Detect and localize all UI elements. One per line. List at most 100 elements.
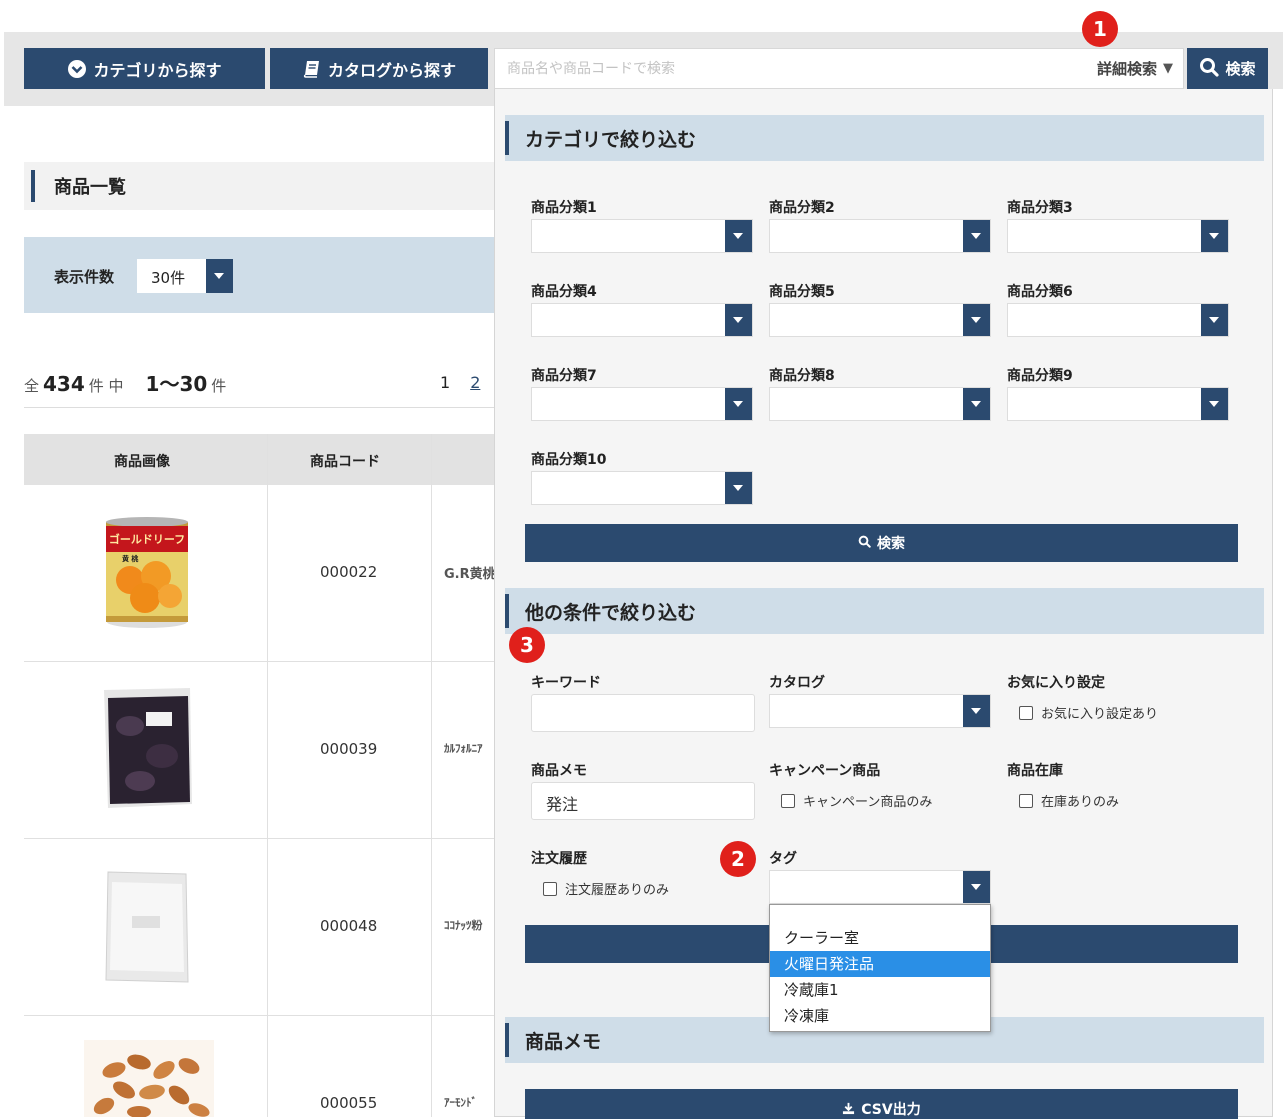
search-button[interactable]: 検索 (1187, 48, 1268, 89)
search-box: 詳細検索 ▼ (494, 48, 1184, 89)
page-edge (1273, 89, 1283, 1117)
category-select-7[interactable] (531, 387, 753, 421)
dropdown-arrow-icon (725, 472, 752, 504)
result-count: 全 434 件 中 1〜30 件 (24, 368, 226, 397)
annotation-badge-3: 3 (509, 627, 545, 663)
product-code: 000022 (320, 563, 378, 581)
triangle-down-icon: ▼ (1163, 61, 1173, 76)
table-header: 商品画像 商品コード (24, 434, 494, 485)
count-suffix: 件 中 (88, 377, 124, 395)
stock-checkbox-label: 在庫ありのみ (1041, 795, 1120, 810)
category-label-4: 商品分類4 (531, 284, 597, 300)
chevron-circle-down-icon (67, 59, 87, 79)
count-prefix: 全 (24, 377, 40, 395)
advanced-search-toggle[interactable]: 詳細検索 ▼ (1097, 49, 1173, 88)
catalog-search-label: カタログから探す (327, 60, 456, 80)
category-search-submit[interactable]: 検索 (525, 524, 1238, 562)
product-name[interactable]: ｶﾙﾌｫﾙﾆｱ (444, 740, 494, 756)
count-range: 1〜30 (145, 372, 208, 396)
header-image: 商品画像 (114, 454, 170, 470)
category-select-10[interactable] (531, 471, 753, 505)
product-image-peach-can: ゴールドリーフ 黄 桃 (106, 517, 188, 628)
history-label: 注文履歴 (531, 851, 587, 867)
product-name[interactable]: G.R黄桃 (444, 563, 494, 582)
category-label-10: 商品分類10 (531, 452, 607, 468)
tag-dropdown-list: クーラー室 火曜日発注品 冷蔵庫1 冷凍庫 (769, 904, 991, 1032)
category-search-button[interactable]: カテゴリから探す (24, 48, 265, 89)
product-name[interactable]: ｱｰﾓﾝﾄﾞ (444, 1094, 494, 1110)
category-select-3[interactable] (1007, 219, 1229, 253)
memo-label: 商品メモ (531, 763, 587, 779)
per-page-value: 30件 (151, 269, 186, 287)
category-select-4[interactable] (531, 303, 753, 337)
category-label-9: 商品分類9 (1007, 368, 1073, 384)
can-label: ゴールドリーフ (109, 532, 185, 546)
favorite-checkbox[interactable]: お気に入り設定あり (1019, 703, 1158, 722)
search-icon (1199, 57, 1220, 81)
checkbox-icon (1019, 793, 1033, 808)
page-2-link[interactable]: 2 (470, 373, 480, 392)
search-icon (858, 535, 871, 552)
stock-checkbox[interactable]: 在庫ありのみ (1019, 791, 1119, 810)
category-select-1[interactable] (531, 219, 753, 253)
catalog-label: カタログ (769, 675, 825, 691)
category-label-7: 商品分類7 (531, 368, 597, 384)
memo-input[interactable]: 発注 (531, 782, 755, 820)
annotation-badge-1: 1 (1082, 11, 1118, 47)
catalog-select[interactable] (769, 694, 991, 728)
dropdown-arrow-icon (963, 695, 990, 727)
campaign-checkbox-label: キャンペーン商品のみ (803, 795, 933, 810)
csv-export-label: CSV出力 (861, 1102, 921, 1118)
count-range-suffix: 件 (211, 377, 227, 395)
product-name[interactable]: ｺｺﾅｯﾂ粉 (444, 917, 494, 933)
dropdown-arrow-icon (963, 304, 990, 336)
dropdown-arrow-icon (206, 259, 233, 293)
dropdown-arrow-icon (725, 220, 752, 252)
history-checkbox[interactable]: 注文履歴ありのみ (543, 879, 669, 898)
can-sub: 黄 桃 (122, 554, 138, 563)
page-1: 1 (440, 373, 451, 392)
count-total: 434 (43, 372, 85, 396)
category-label-3: 商品分類3 (1007, 200, 1073, 216)
tag-option-highlighted[interactable]: 火曜日発注品 (770, 951, 990, 977)
checkbox-icon (543, 881, 557, 896)
advanced-search-label: 詳細検索 (1096, 60, 1157, 78)
row-divider (24, 838, 494, 839)
history-checkbox-label: 注文履歴ありのみ (565, 883, 670, 898)
other-filter-title: 他の条件で絞り込む (505, 588, 1264, 634)
checkbox-icon (781, 793, 795, 808)
per-page-bar: 表示件数 30件 (24, 237, 504, 313)
keyword-input[interactable] (531, 694, 755, 732)
product-code: 000048 (320, 917, 378, 935)
catalog-search-button[interactable]: カタログから探す (270, 48, 488, 89)
favorite-label: お気に入り設定 (1007, 675, 1105, 691)
category-label-1: 商品分類1 (531, 200, 597, 216)
campaign-label: キャンペーン商品 (769, 763, 881, 779)
dropdown-arrow-icon (725, 388, 752, 420)
download-icon (842, 1102, 855, 1119)
row-divider (24, 661, 494, 662)
category-select-6[interactable] (1007, 303, 1229, 337)
tag-select[interactable] (769, 870, 991, 904)
campaign-checkbox[interactable]: キャンペーン商品のみ (781, 791, 932, 810)
category-label-8: 商品分類8 (769, 368, 835, 384)
header-code: 商品コード (310, 454, 380, 470)
dropdown-arrow-icon (963, 388, 990, 420)
tag-option[interactable]: 冷凍庫 (770, 1003, 990, 1029)
per-page-select[interactable]: 30件 (137, 259, 233, 293)
category-label-5: 商品分類5 (769, 284, 835, 300)
search-input[interactable] (495, 49, 1055, 88)
stock-label: 商品在庫 (1007, 763, 1063, 779)
csv-export-button[interactable]: CSV出力 (525, 1089, 1238, 1119)
checkbox-icon (1019, 705, 1033, 720)
tag-option[interactable]: 冷蔵庫1 (770, 977, 990, 1003)
category-select-5[interactable] (769, 303, 991, 337)
category-select-9[interactable] (1007, 387, 1229, 421)
tag-label: タグ (769, 851, 797, 867)
tag-option[interactable]: クーラー室 (770, 925, 990, 951)
category-select-2[interactable] (769, 219, 991, 253)
dropdown-arrow-icon (725, 304, 752, 336)
per-page-label: 表示件数 (54, 268, 115, 286)
annotation-badge-2: 2 (720, 841, 756, 877)
category-select-8[interactable] (769, 387, 991, 421)
